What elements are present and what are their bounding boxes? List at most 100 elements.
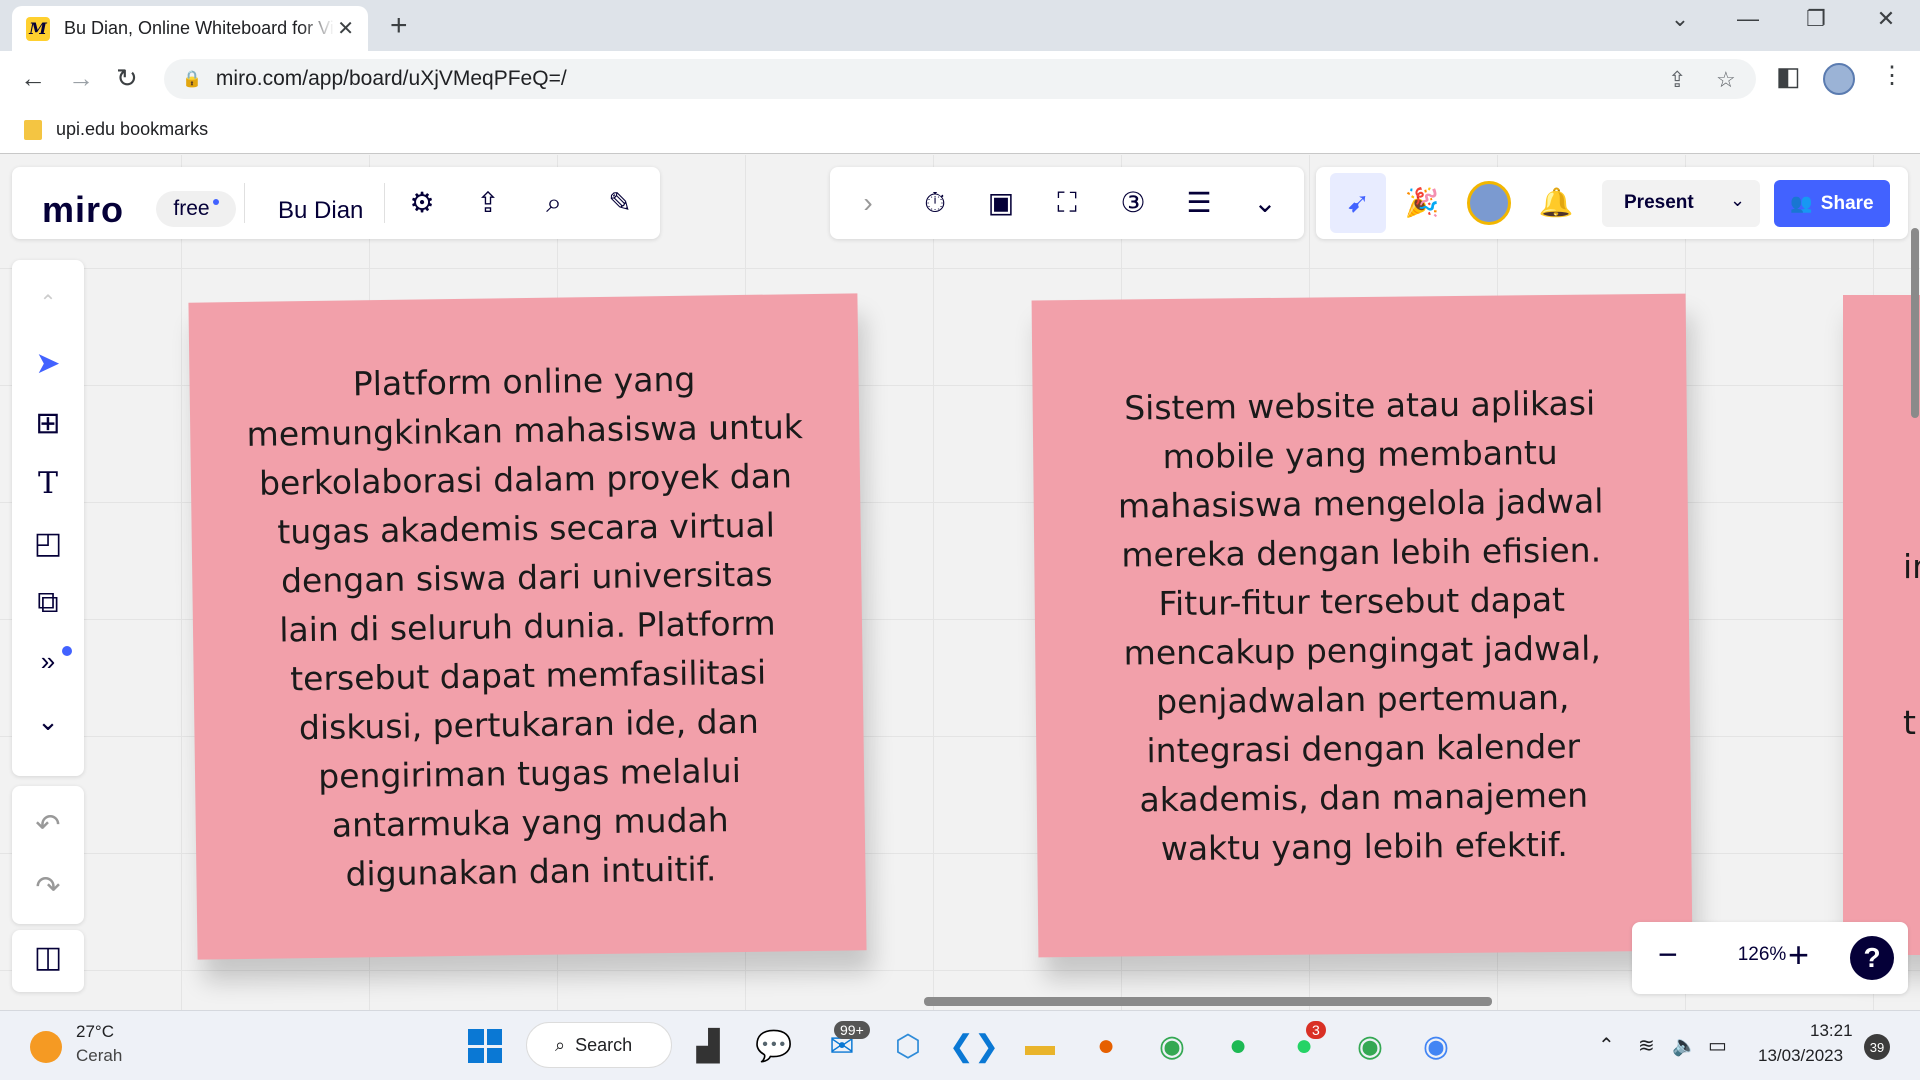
windows-start-icon[interactable] [468, 1029, 502, 1063]
frames-panel: ◫ [12, 930, 84, 992]
spotify-icon[interactable]: ● [1216, 1024, 1260, 1068]
sticky-note-text: Platform online yang memungkinkan mahasi… [246, 359, 804, 894]
notes-list-icon[interactable]: ☰ [1179, 183, 1219, 223]
browser-toolbar: ← → ↻ 🔒 miro.com/app/board/uXjVMeqPFeQ=/… [0, 51, 1920, 106]
shapes-icon[interactable]: ⧉ [12, 586, 84, 620]
file-explorer-icon[interactable]: ▬ [1018, 1024, 1062, 1068]
mail-badge: 99+ [834, 1021, 870, 1039]
plan-badge[interactable]: free [156, 191, 236, 227]
reactions-cursor-icon[interactable]: ➹ [1338, 183, 1378, 223]
settings-gear-icon[interactable]: ⚙ [402, 183, 442, 223]
collaboration-tools-panel: › ⏱ ▣ ⛶ ③ ☰ ⌄ [830, 167, 1304, 239]
notification-count-badge[interactable]: 39 [1864, 1034, 1890, 1060]
clock-date[interactable]: 13/03/2023 [1758, 1046, 1843, 1066]
sticky-note[interactable]: Platform online yang memungkinkan mahasi… [188, 293, 867, 960]
templates-icon[interactable]: ⊞ [12, 406, 84, 441]
zoom-controls: − 126% + ? [1632, 922, 1908, 994]
close-tab-icon[interactable]: ✕ [337, 16, 354, 41]
browser-tab-strip: M Bu Dian, Online Whiteboard for Visual … [0, 0, 1920, 51]
new-tab-button[interactable]: + [390, 9, 408, 43]
teams-chat-icon[interactable]: 💬 [752, 1024, 796, 1068]
notifications-bell-icon[interactable]: 🔔 [1536, 183, 1576, 223]
voting-icon[interactable]: ③ [1113, 183, 1153, 223]
undo-icon[interactable]: ↶ [12, 808, 84, 843]
no-sound-eraser-icon[interactable]: ✎ [600, 183, 640, 223]
export-upload-icon[interactable]: ⇪ [468, 183, 508, 223]
board-title[interactable]: Bu Dian [278, 197, 363, 225]
horizontal-scrollbar[interactable] [924, 997, 1492, 1006]
tab-search-chevron-icon[interactable]: ⌄ [1660, 6, 1700, 32]
select-cursor-icon[interactable]: ➤ [12, 346, 84, 381]
expand-chevron-icon[interactable]: › [848, 183, 888, 223]
bookmarks-bar: upi.edu bookmarks [0, 106, 1920, 154]
sticky-note[interactable]: in t [1843, 295, 1920, 955]
miro-logo[interactable]: miro [42, 189, 124, 231]
folder-icon [24, 120, 42, 140]
share-button[interactable]: 👥 Share [1774, 180, 1890, 227]
sticky-note-icon[interactable]: ◰ [12, 526, 84, 561]
close-window-icon[interactable]: ✕ [1866, 6, 1906, 32]
bookmark-star-icon[interactable]: ☆ [1716, 67, 1736, 93]
chrome-profile-icon[interactable]: ◉ [1348, 1024, 1392, 1068]
frames-sidebar-icon[interactable]: ◫ [12, 940, 84, 975]
sticky-note[interactable]: Sistem website atau aplikasi mobile yang… [1031, 293, 1693, 958]
sticky-note-text: Sistem website atau aplikasi mobile yang… [1117, 383, 1604, 868]
forward-arrow-icon[interactable]: → [68, 63, 94, 94]
show-hidden-icons-chevron-icon[interactable]: ⌃ [1598, 1033, 1615, 1058]
search-icon[interactable]: ⌕ [534, 183, 574, 223]
share-page-icon[interactable]: ⇪ [1668, 67, 1686, 93]
search-icon: ⌕ [555, 1034, 566, 1055]
side-panel-icon[interactable]: ◧ [1776, 61, 1801, 92]
reload-icon[interactable]: ↻ [116, 63, 138, 94]
weather-sun-icon[interactable] [30, 1031, 62, 1063]
clock-time[interactable]: 13:21 [1810, 1021, 1853, 1041]
weather-temperature[interactable]: 27°C [76, 1022, 114, 1042]
present-button[interactable]: Present ⌄ [1602, 180, 1760, 227]
zoom-in-icon[interactable]: + [1788, 934, 1809, 976]
present-options-chevron-icon[interactable]: ⌄ [1730, 190, 1745, 211]
battery-icon[interactable]: ▭ [1708, 1033, 1727, 1058]
help-button[interactable]: ? [1850, 936, 1894, 980]
chrome-icon[interactable]: ◉ [1150, 1024, 1194, 1068]
back-arrow-icon[interactable]: ← [20, 63, 46, 94]
users-icon: 👥 [1790, 193, 1813, 213]
vertical-scrollbar[interactable] [1911, 228, 1919, 418]
board-canvas[interactable]: Platform online yang memungkinkan mahasi… [0, 155, 1920, 1010]
undo-redo-panel: ↶ ↷ [12, 786, 84, 924]
board-header-panel: miro free Bu Dian ⚙ ⇪ ⌕ ✎ [12, 167, 660, 239]
weather-description[interactable]: Cerah [76, 1046, 122, 1066]
left-toolbar: ⌃ ➤ ⊞ T ◰ ⧉ » ⌄ [12, 260, 84, 776]
vscode-icon[interactable]: ❮❯ [949, 1024, 999, 1068]
celebrate-icon[interactable]: 🎉 [1402, 183, 1442, 223]
expand-tools-chevron-icon[interactable]: ⌄ [12, 706, 84, 737]
divider [384, 183, 385, 223]
redo-icon[interactable]: ↷ [12, 870, 84, 905]
browser-tab[interactable]: M Bu Dian, Online Whiteboard for Visual … [12, 6, 368, 51]
more-apps-icon[interactable]: » [12, 646, 84, 677]
sticky-note-text-fragment: in [1903, 547, 1920, 586]
task-view-icon[interactable]: ▟ [686, 1024, 730, 1068]
divider [244, 183, 245, 223]
text-tool-icon[interactable]: T [12, 466, 84, 501]
timer-icon[interactable]: ⏱ [915, 183, 955, 223]
cube-app-icon[interactable]: ⬡ [886, 1024, 930, 1068]
zoom-out-icon[interactable]: − [1658, 936, 1678, 975]
taskbar-search[interactable]: ⌕ Search [526, 1022, 672, 1068]
wifi-icon[interactable]: ≋ [1638, 1033, 1655, 1058]
whatsapp-badge: 3 [1306, 1021, 1326, 1039]
address-bar[interactable]: 🔒 miro.com/app/board/uXjVMeqPFeQ=/ ⇪ ☆ [164, 59, 1756, 99]
user-avatar[interactable] [1467, 181, 1511, 225]
present-label: Present [1624, 192, 1694, 213]
video-chat-icon[interactable]: ▣ [981, 183, 1021, 223]
collapse-up-icon[interactable]: ⌃ [12, 290, 84, 315]
bookmark-folder-upi[interactable]: upi.edu bookmarks [56, 119, 208, 140]
volume-icon[interactable]: 🔈 [1672, 1033, 1697, 1058]
browser-menu-icon[interactable]: ⋮ [1880, 61, 1904, 90]
chrome-active-icon[interactable]: ◉ [1414, 1024, 1458, 1068]
attention-focus-icon[interactable]: ⛶ [1047, 183, 1087, 223]
minimize-window-icon[interactable]: — [1728, 6, 1768, 32]
profile-avatar[interactable] [1823, 63, 1855, 95]
firefox-icon[interactable]: ● [1084, 1024, 1128, 1068]
more-tools-chevron-icon[interactable]: ⌄ [1245, 183, 1285, 223]
restore-window-icon[interactable]: ❐ [1796, 6, 1836, 32]
